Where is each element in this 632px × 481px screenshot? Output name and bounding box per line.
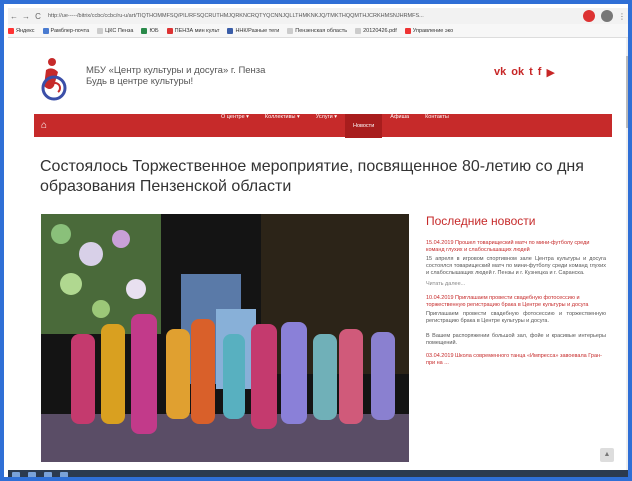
news-text: В Вашем распоряжении большой зал, фойе и… bbox=[426, 333, 606, 346]
forward-icon[interactable]: → bbox=[20, 12, 32, 21]
home-icon[interactable]: ⌂ bbox=[41, 120, 63, 131]
taskbar-app-icon[interactable] bbox=[60, 472, 68, 477]
latest-news: Последние новости 15.04.2019 Прошел това… bbox=[426, 214, 606, 373]
article-title: Состоялось Торжественное мероприятие, по… bbox=[40, 158, 584, 195]
menu-item-about[interactable]: О центре ▾ bbox=[213, 114, 257, 138]
bookmark-icon bbox=[97, 27, 104, 34]
address-bar: ← → C http://ue-----/bitrix/ccbc/ccbc/ru… bbox=[8, 8, 628, 24]
site-header: МБУ «Центр культуры и досуга» г. Пенза Б… bbox=[86, 65, 265, 87]
reload-icon[interactable]: C bbox=[32, 12, 44, 21]
extension-icon[interactable] bbox=[583, 10, 595, 22]
bookmark[interactable]: Управление эко bbox=[404, 27, 453, 34]
youtube-icon[interactable]: ▶ bbox=[546, 66, 554, 79]
twitter-icon[interactable]: t bbox=[529, 66, 533, 79]
scrollbar[interactable] bbox=[626, 38, 628, 477]
start-icon[interactable] bbox=[12, 472, 20, 477]
bookmark[interactable]: Рамблер-почта bbox=[42, 27, 89, 34]
ok-icon[interactable]: ok bbox=[511, 66, 524, 79]
news-title-link[interactable]: 10.04.2019 Приглашаем провести свадебную… bbox=[426, 295, 606, 309]
news-text: Приглашаем провести свадебную фотосессию… bbox=[426, 311, 606, 324]
menu-item-collectives[interactable]: Коллективы ▾ bbox=[257, 114, 308, 138]
news-item: 10.04.2019 Приглашаем провести свадебную… bbox=[426, 295, 606, 347]
menu-item-poster[interactable]: Афиша bbox=[382, 114, 417, 138]
sidebar-heading: Последние новости bbox=[426, 214, 536, 228]
bookmark[interactable]: ННК/Разные теги bbox=[227, 27, 279, 34]
facebook-icon[interactable]: f bbox=[538, 66, 542, 79]
news-text: 15 апреля в игровом спортивном зале Цент… bbox=[426, 256, 606, 276]
org-slogan: Будь в центре культуры! bbox=[86, 76, 194, 87]
bookmark-icon bbox=[141, 27, 148, 34]
url-field[interactable]: http://ue-----/bitrix/ccbc/ccbc/ru-u/art… bbox=[44, 10, 580, 22]
bookmark[interactable]: 20120426.pdf bbox=[355, 27, 397, 34]
org-name: МБУ «Центр культуры и досуга» г. Пенза bbox=[86, 65, 266, 76]
bookmarks-bar: Яндекс Рамблер-почта ЦКС Пенза ЮБ ПЕНЗА … bbox=[8, 24, 628, 38]
browser-window: ← → C http://ue-----/bitrix/ccbc/ccbc/ru… bbox=[0, 0, 632, 481]
bookmark[interactable]: ПЕНЗА мин культ bbox=[166, 27, 219, 34]
profile-icon[interactable] bbox=[601, 10, 613, 22]
news-item: 15.04.2019 Прошел товарищеский матч по м… bbox=[426, 240, 606, 287]
news-title-link[interactable]: 15.04.2019 Прошел товарищеский матч по м… bbox=[426, 240, 606, 254]
bookmark-icon bbox=[166, 27, 173, 34]
bookmark[interactable]: Яндекс bbox=[8, 27, 35, 34]
menu-item-news[interactable]: Новости bbox=[344, 113, 383, 138]
bookmark-icon bbox=[287, 27, 294, 34]
bookmark[interactable]: Пензенская область bbox=[287, 27, 347, 34]
bookmark[interactable]: ЦКС Пенза bbox=[97, 27, 133, 34]
vk-icon[interactable]: vk bbox=[494, 66, 506, 79]
menu-item-contacts[interactable]: Контакты bbox=[417, 114, 457, 138]
scroll-thumb[interactable] bbox=[626, 56, 628, 128]
menu-icon[interactable]: ⋮ bbox=[616, 12, 628, 21]
news-item: 03.04.2019 Школа современного танца «Имп… bbox=[426, 353, 606, 367]
bookmark-icon bbox=[8, 27, 14, 34]
back-icon[interactable]: ← bbox=[8, 12, 20, 21]
social-links: vk ok t f ▶ bbox=[494, 66, 555, 79]
bookmark-icon bbox=[404, 27, 411, 34]
news-title-link[interactable]: 03.04.2019 Школа современного танца «Имп… bbox=[426, 353, 606, 367]
taskbar-app-icon[interactable] bbox=[44, 472, 52, 477]
bookmark-icon bbox=[355, 27, 362, 34]
taskbar-app-icon[interactable] bbox=[28, 472, 36, 477]
bookmark-icon bbox=[227, 27, 234, 34]
scroll-to-top-button[interactable]: ▲ bbox=[600, 448, 614, 462]
bookmark-icon bbox=[42, 27, 49, 34]
site-logo[interactable] bbox=[38, 56, 72, 102]
article-photo[interactable] bbox=[41, 214, 409, 462]
menu-item-services[interactable]: Услуги ▾ bbox=[308, 114, 345, 138]
taskbar bbox=[8, 470, 628, 477]
main-menu: ⌂ О центре ▾ Коллективы ▾ Услуги ▾ Новос… bbox=[34, 113, 612, 138]
read-more-link[interactable]: Читать далее... bbox=[426, 281, 606, 287]
bookmark[interactable]: ЮБ bbox=[141, 27, 159, 34]
